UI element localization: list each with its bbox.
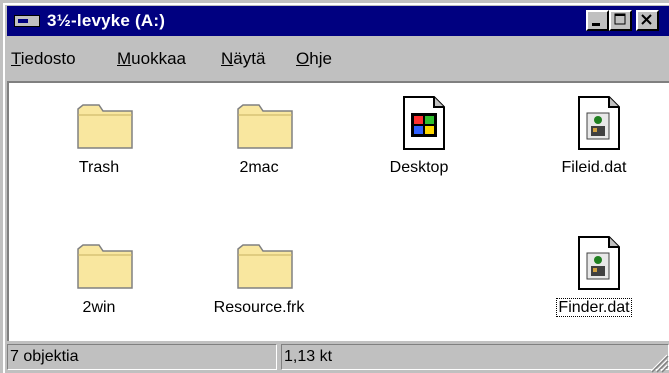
file-item-desktop[interactable]: Desktop bbox=[359, 91, 479, 191]
status-size-text: 1,13 kt bbox=[284, 348, 333, 365]
file-label: Trash bbox=[78, 159, 120, 176]
folder-icon bbox=[237, 244, 293, 289]
dat-file-icon bbox=[578, 236, 620, 290]
file-item-fileid[interactable]: Fileid.dat bbox=[534, 91, 654, 191]
explorer-window: 3½-levyke (A:) Tiedosto Muokkaa Näytä Oh… bbox=[0, 0, 669, 373]
minimize-icon bbox=[592, 23, 600, 26]
menu-ohje[interactable]: Ohje bbox=[296, 49, 332, 69]
close-icon bbox=[641, 14, 652, 25]
close-button[interactable] bbox=[636, 10, 659, 31]
file-label: Resource.frk bbox=[213, 299, 305, 316]
file-item-finder[interactable]: Finder.dat bbox=[534, 231, 654, 331]
file-item-2mac[interactable]: 2mac bbox=[199, 91, 319, 191]
file-item-trash[interactable]: Trash bbox=[39, 91, 159, 191]
maximize-icon bbox=[614, 13, 626, 25]
maximize-button[interactable] bbox=[609, 10, 632, 31]
file-label-wrapper: Finder.dat bbox=[534, 298, 654, 317]
window-title: 3½-levyke (A:) bbox=[47, 11, 166, 30]
file-label: Fileid.dat bbox=[561, 159, 627, 176]
menu-tiedosto[interactable]: Tiedosto bbox=[11, 49, 76, 69]
file-view[interactable]: Trash 2mac Desktop Fileid.dat 2win Resou… bbox=[7, 81, 669, 341]
file-item-2win[interactable]: 2win bbox=[39, 231, 159, 331]
dat-file-icon bbox=[578, 96, 620, 150]
status-object-count: 7 objektia bbox=[7, 344, 277, 370]
menu-muokkaa[interactable]: Muokkaa bbox=[117, 49, 186, 69]
file-label: Desktop bbox=[389, 159, 449, 176]
file-label: 2mac bbox=[239, 159, 279, 176]
minimize-button[interactable] bbox=[586, 10, 609, 31]
file-item-resource[interactable]: Resource.frk bbox=[199, 231, 319, 331]
file-label: 2win bbox=[82, 299, 116, 316]
menu-nayta[interactable]: Näytä bbox=[221, 49, 265, 69]
folder-icon bbox=[237, 104, 293, 149]
floppy-drive-icon[interactable] bbox=[14, 15, 40, 27]
resize-grip-icon[interactable] bbox=[645, 349, 669, 373]
windows-file-icon bbox=[403, 96, 445, 150]
folder-icon bbox=[77, 104, 133, 149]
folder-icon bbox=[77, 244, 133, 289]
file-label: Finder.dat bbox=[556, 298, 632, 317]
title-bar[interactable]: 3½-levyke (A:) bbox=[7, 6, 669, 36]
status-bar: 7 objektia 1,13 kt bbox=[7, 344, 669, 373]
status-size: 1,13 kt bbox=[281, 344, 669, 370]
menu-bar: Tiedosto Muokkaa Näytä Ohje bbox=[7, 40, 669, 76]
